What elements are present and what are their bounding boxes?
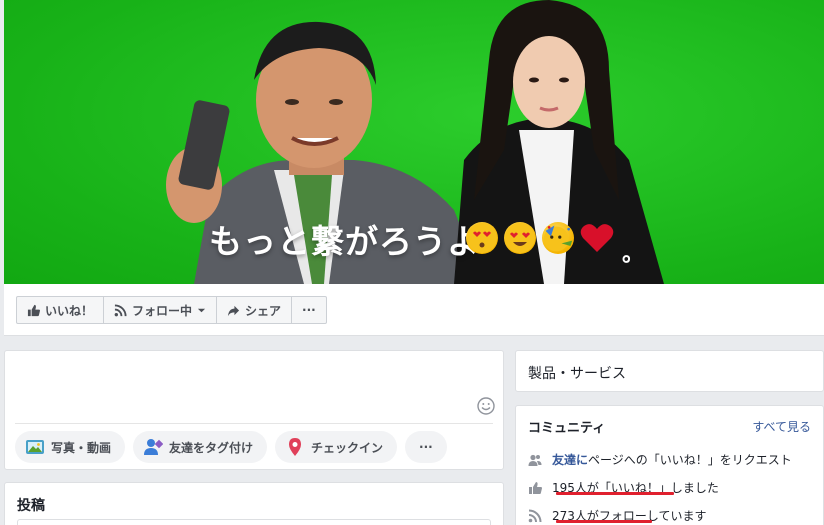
cover-caption: もっと繋がろうよ — [209, 222, 481, 261]
invite-friends-row: 友達にページへの「いいね！」をリクエスト — [528, 451, 792, 468]
share-button-label: シェア — [245, 303, 282, 318]
posts-list — [17, 519, 491, 525]
invite-friends-link[interactable]: 友達に — [552, 453, 588, 467]
kissing-heart-emoji-icon — [466, 222, 498, 254]
like-button-label: いいね！ — [45, 303, 94, 318]
heart-eyes-emoji-icon — [504, 222, 536, 254]
likes-count-suffix: しました — [670, 481, 719, 495]
location-pin-icon — [289, 438, 302, 456]
composer-more-label: ··· — [419, 440, 433, 454]
following-button-label: フォロー中 — [132, 303, 193, 318]
more-options-button[interactable]: ··· — [292, 297, 326, 323]
more-options-label: ··· — [302, 303, 316, 317]
red-heart-emoji-icon — [580, 224, 614, 252]
share-arrow-icon — [227, 305, 240, 316]
photo-icon — [26, 440, 44, 454]
cover-emoji-row — [466, 222, 614, 254]
posts-title: 投稿 — [17, 498, 45, 514]
follows-highlight-underline — [556, 520, 652, 523]
rss-icon — [114, 303, 127, 316]
chevron-down-icon — [197, 308, 206, 312]
photo-video-button[interactable]: 写真・動画 — [15, 431, 126, 463]
photo-video-label: 写真・動画 — [51, 440, 112, 455]
follows-count-suffix: しています — [646, 509, 707, 523]
emoji-picker-icon[interactable] — [477, 397, 495, 415]
community-title: コミュニティ — [528, 421, 606, 436]
page-action-buttons: いいね！ フォロー中 シェア ··· — [16, 296, 327, 324]
see-all-link[interactable]: すべて見る — [752, 418, 811, 435]
invite-friends-text: ページへの「いいね！」をリクエスト — [588, 453, 792, 467]
composer-divider — [15, 423, 493, 424]
friends-icon — [528, 454, 542, 466]
products-services-card[interactable]: 製品・サービス — [515, 350, 824, 392]
checkin-button[interactable]: チェックイン — [275, 431, 398, 463]
tag-friends-button[interactable]: 友達をタグ付け — [133, 431, 268, 463]
checkin-label: チェックイン — [311, 440, 384, 455]
tag-friends-label: 友達をタグ付け — [169, 440, 254, 455]
community-card: コミュニティ すべて見る 友達にページへの「いいね！」をリクエスト 195人が「… — [515, 405, 824, 525]
products-services-title: 製品・サービス — [528, 366, 626, 382]
thumbs-up-icon — [27, 304, 40, 316]
party-face-emoji-icon — [542, 222, 574, 254]
likes-highlight-underline — [556, 492, 674, 495]
like-button[interactable]: いいね！ — [17, 297, 105, 323]
posts-section: 投稿 — [4, 482, 504, 525]
thumbs-up-icon — [529, 481, 542, 494]
tag-friends-icon — [144, 439, 164, 455]
cover-photo[interactable]: もっと繋がろうよ 。 — [4, 0, 824, 284]
composer-more-button[interactable]: ··· — [405, 431, 447, 463]
following-button[interactable]: フォロー中 — [104, 297, 218, 323]
share-button[interactable]: シェア — [217, 297, 293, 323]
post-composer[interactable]: 写真・動画 友達をタグ付け チェックイン ··· — [4, 350, 504, 470]
composer-actions: 写真・動画 友達をタグ付け チェックイン ··· — [15, 431, 447, 463]
rss-icon — [528, 509, 542, 522]
page-action-bar: いいね！ フォロー中 シェア ··· — [4, 284, 824, 336]
cover-caption-period: 。 — [622, 242, 645, 267]
